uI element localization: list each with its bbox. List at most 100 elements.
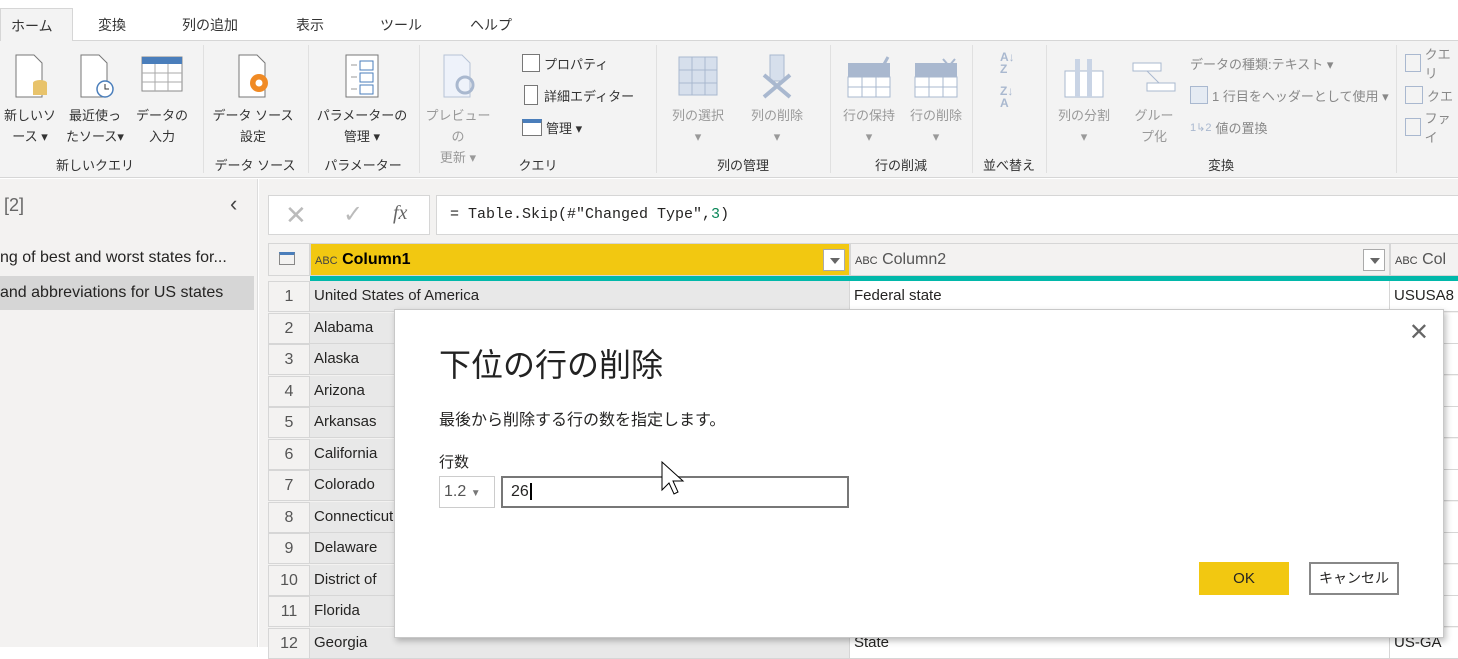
group-label-new-query: 新しいクエリ (55, 158, 134, 173)
row-number[interactable]: 8 (268, 501, 310, 533)
collapse-pane-icon[interactable]: ‹ (230, 191, 237, 217)
keep-rows-button[interactable]: 行の保持 ▾ (836, 53, 902, 147)
keep-rows-icon (847, 56, 891, 98)
row-number[interactable]: 7 (268, 470, 310, 501)
replace-values-icon: 1↳2 (1190, 121, 1212, 134)
group-label-query: クエリ (518, 158, 558, 173)
table-icon (1190, 86, 1208, 104)
filter-dropdown-icon[interactable] (1363, 249, 1385, 271)
merge-queries-button[interactable]: クエリ (1405, 47, 1458, 81)
combine-files-icon (1405, 118, 1421, 136)
table-menu-button[interactable] (268, 243, 310, 276)
column-header-column1[interactable]: ABC Column1 (310, 243, 850, 276)
table-icon (522, 118, 542, 136)
commit-formula-icon[interactable]: ✓ (343, 200, 363, 229)
tab-add-column[interactable]: 列の追加 (172, 8, 248, 41)
cancel-button[interactable]: キャンセル (1309, 562, 1399, 595)
tab-transform[interactable]: 変換 (88, 8, 136, 41)
remove-columns-icon (762, 54, 792, 99)
row-number[interactable]: 5 (268, 407, 310, 438)
choose-columns-button[interactable]: 列の選択 ▾ (664, 53, 732, 147)
value-type-select[interactable]: 1.2 ▼ (439, 476, 495, 508)
chevron-down-icon: ▼ (470, 488, 481, 499)
queries-count: [2] (4, 195, 25, 215)
data-source-settings-button[interactable]: データ ソース 設定 (208, 53, 298, 147)
recent-sources-icon (80, 54, 114, 98)
group-label-data-sources: データ ソース (214, 158, 296, 173)
group-label-reduce-rows: 行の削減 (874, 158, 927, 173)
split-column-button[interactable]: 列の分割 ▾ (1050, 53, 1118, 147)
replace-values-button[interactable]: 1↳2 値の置換 (1190, 116, 1267, 138)
group-by-icon (1132, 62, 1176, 92)
query-item[interactable]: ng of best and worst states for... (0, 241, 254, 275)
tab-tools[interactable]: ツール (370, 8, 432, 41)
ribbon-tabs: ホーム 変換 列の追加 表示 ツール ヘルプ (0, 0, 1458, 42)
sort-descending-button[interactable]: Z↓ A (1000, 85, 1013, 109)
row-number[interactable]: 11 (268, 596, 310, 627)
row-number[interactable]: 10 (268, 564, 310, 596)
parameters-icon (345, 54, 379, 98)
tab-view[interactable]: 表示 (286, 8, 334, 41)
group-label-sort: 並べ替え (982, 158, 1035, 173)
group-label-transform: 変換 (1207, 158, 1234, 173)
remove-rows-icon (914, 58, 958, 98)
ok-button[interactable]: OK (1199, 562, 1289, 595)
column-header-column3[interactable]: ABC Col (1390, 243, 1458, 276)
table-icon (141, 56, 183, 92)
row-number[interactable]: 12 (268, 627, 310, 659)
row-number[interactable]: 3 (268, 344, 310, 375)
new-source-button[interactable]: 新しいソ ース ▾ (2, 53, 58, 147)
text-type-icon: ABC (855, 255, 878, 267)
formula-buttons: ✕ ✓ fx (268, 195, 430, 235)
sort-ascending-button[interactable]: A↓ Z (1000, 51, 1015, 75)
column-header-column2[interactable]: ABC Column2 (850, 243, 1390, 276)
split-column-icon (1064, 59, 1104, 98)
row-number[interactable]: 1 (268, 281, 310, 312)
row-number[interactable]: 2 (268, 312, 310, 344)
mouse-cursor-icon (661, 460, 685, 495)
manage-parameters-button[interactable]: パラメーターの 管理 ▾ (312, 53, 412, 147)
filter-dropdown-icon[interactable] (823, 249, 845, 271)
fx-icon[interactable]: fx (393, 202, 407, 225)
properties-icon (522, 54, 540, 72)
enter-data-button[interactable]: データの 入力 (132, 53, 192, 147)
manage-button[interactable]: 管理 ▾ (522, 116, 582, 138)
append-queries-button[interactable]: クエ (1405, 84, 1453, 106)
group-by-button[interactable]: グルー プ化 (1126, 53, 1182, 147)
merge-icon (1405, 54, 1421, 72)
refresh-preview-button[interactable]: プレビューの 更新 ▾ (420, 53, 496, 168)
row-count-label: 行数 (439, 454, 470, 471)
text-type-icon: ABC (315, 255, 338, 267)
ribbon: 新しいソ ース ▾ 最近使っ たソース▾ データの 入力 新しいクエリ データ ソース… (0, 41, 1458, 178)
remove-bottom-rows-dialog: ✕ 下位の行の削除 最後から削除する行の数を指定します。 行数 1.2 ▼ 26… (394, 309, 1444, 638)
dialog-title: 下位の行の削除 (439, 347, 664, 383)
tab-help[interactable]: ヘルプ (460, 8, 522, 41)
group-label-parameters: パラメーター (324, 158, 402, 173)
queries-pane: [2] ‹ ng of best and worst states for...… (0, 179, 258, 647)
formula-input[interactable]: = Table.Skip(#"Changed Type",3) (436, 195, 1458, 235)
row-number[interactable]: 4 (268, 375, 310, 407)
data-type-dropdown[interactable]: データの種類:テキスト ▾ (1190, 52, 1333, 74)
combine-files-button[interactable]: ファイ (1405, 111, 1458, 145)
recent-sources-button[interactable]: 最近使っ たソース▾ (60, 53, 130, 147)
advanced-editor-icon (524, 85, 538, 105)
close-icon[interactable]: ✕ (1409, 318, 1429, 347)
advanced-editor-button[interactable]: 詳細エディター (522, 84, 634, 106)
table-cell[interactable]: USUSA8 (1390, 281, 1458, 312)
row-number[interactable]: 9 (268, 533, 310, 564)
table-cell[interactable]: United States of America (310, 281, 850, 312)
query-item-selected[interactable]: and abbreviations for US states (0, 276, 254, 310)
table-icon (279, 252, 295, 265)
cancel-formula-icon[interactable]: ✕ (285, 200, 307, 231)
settings-gear-icon (238, 54, 268, 98)
dialog-description: 最後から削除する行の数を指定します。 (439, 412, 726, 429)
remove-columns-button[interactable]: 列の削除 ▾ (742, 53, 812, 147)
new-source-icon (15, 54, 47, 98)
row-number[interactable]: 6 (268, 438, 310, 470)
remove-rows-button[interactable]: 行の削除 ▾ (904, 53, 968, 147)
properties-button[interactable]: プロパティ (522, 52, 608, 74)
use-first-row-as-headers-button[interactable]: 1 行目をヘッダーとして使用 ▾ (1190, 84, 1389, 106)
table-cell[interactable]: Federal state (850, 281, 1390, 312)
append-icon (1405, 86, 1423, 104)
tab-home[interactable]: ホーム (0, 8, 73, 42)
